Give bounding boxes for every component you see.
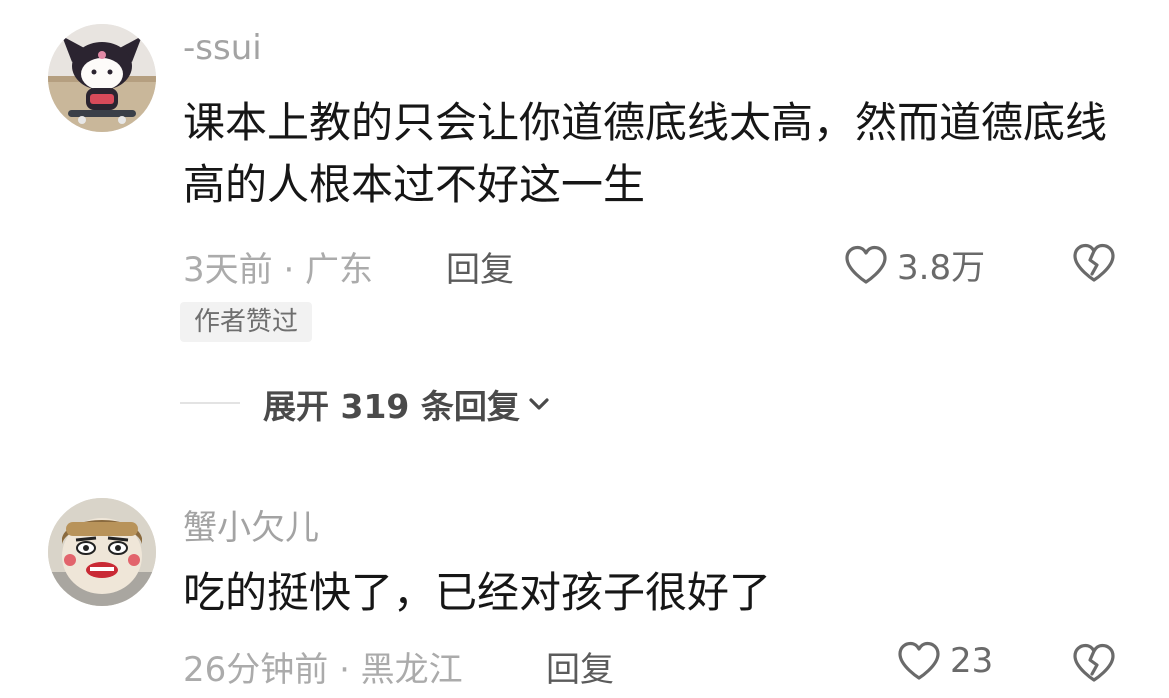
- like-count: 23: [950, 641, 994, 681]
- reply-button[interactable]: 回复: [546, 642, 614, 691]
- comment-meta: 26分钟前 · 黑龙江: [183, 650, 463, 690]
- expand-replies-button[interactable]: 展开 319 条回复: [263, 380, 550, 428]
- divider: [180, 402, 240, 404]
- dislike-button[interactable]: [1071, 642, 1117, 688]
- broken-heart-icon: [1073, 243, 1115, 282]
- avatar[interactable]: [48, 498, 156, 606]
- comment-list: -ssui 课本上教的只会让你道德底线太高，然而道德底线高的人根本过不好这一生 …: [0, 0, 1169, 698]
- like-count: 3.8万: [897, 248, 986, 288]
- expand-replies-label: 展开 319 条回复: [263, 387, 520, 426]
- broken-heart-icon: [1073, 643, 1115, 682]
- author-liked-badge: 作者赞过: [180, 302, 313, 342]
- avatar[interactable]: [48, 24, 156, 132]
- comment-meta: 3天前 · 广东: [183, 250, 374, 290]
- heart-outline-icon: [898, 641, 940, 680]
- heart-outline-icon: [845, 245, 887, 284]
- dislike-button[interactable]: [1071, 242, 1117, 288]
- username[interactable]: -ssui: [183, 28, 262, 68]
- chevron-down-icon: [529, 398, 549, 410]
- like-button[interactable]: 3.8万: [843, 240, 985, 289]
- comment-text: 课本上教的只会让你道德底线太高，然而道德底线高的人根本过不好这一生: [183, 98, 1108, 209]
- like-button[interactable]: 23: [896, 640, 993, 682]
- username[interactable]: 蟹小欠儿: [183, 500, 319, 549]
- comment-item: 蟹小欠儿 吃的挺快了，已经对孩子很好了 26分钟前 · 黑龙江 回复 23: [0, 490, 1169, 698]
- comment-item: -ssui 课本上教的只会让你道德底线太高，然而道德底线高的人根本过不好这一生 …: [0, 0, 1169, 460]
- reply-button[interactable]: 回复: [446, 242, 514, 291]
- comment-text: 吃的挺快了，已经对孩子很好了: [183, 568, 772, 617]
